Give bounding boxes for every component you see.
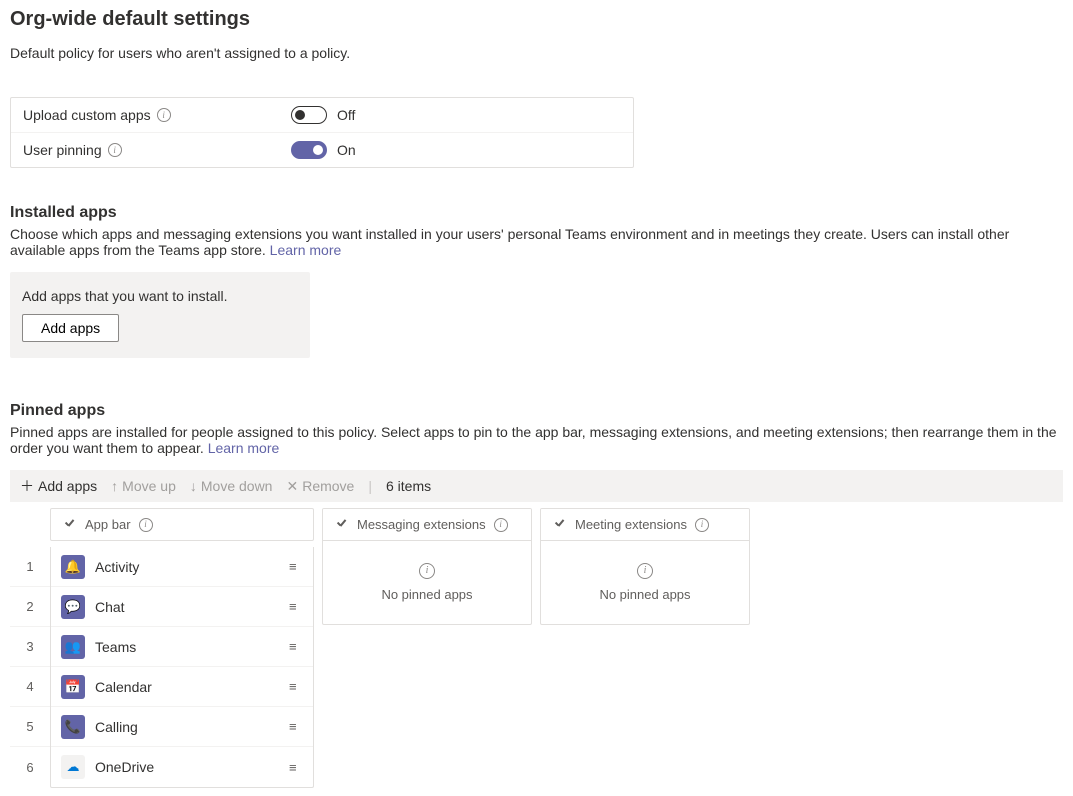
- app-name-label: OneDrive: [95, 759, 279, 775]
- install-apps-box: Add apps that you want to install. Add a…: [10, 272, 310, 358]
- pinned-apps-toolbar: ＋ Add apps ↑ Move up ↓ Move down ✕ Remov…: [10, 470, 1063, 502]
- meeting-empty-body: i No pinned apps: [541, 541, 749, 624]
- pinned-apps-description: Pinned apps are installed for people ass…: [10, 424, 1063, 456]
- user-pinning-state: On: [337, 142, 356, 158]
- user-pinning-label-wrap: User pinning i: [23, 142, 291, 158]
- toolbar-remove[interactable]: ✕ Remove: [286, 478, 354, 494]
- app-bar-list: 🔔 Activity ≡ 💬 Chat ≡ 👥 Teams ≡ 📅 Calendar ≡ 📞 Callin…: [50, 547, 314, 788]
- settings-toggle-panel: Upload custom apps i Off User pinning i …: [10, 97, 634, 168]
- installed-apps-title: Installed apps: [10, 204, 1063, 222]
- upload-custom-apps-label: Upload custom apps: [23, 107, 151, 123]
- installed-apps-description: Choose which apps and messaging extensio…: [10, 226, 1063, 258]
- app-name-label: Activity: [95, 559, 279, 575]
- app-row[interactable]: 📅 Calendar ≡: [51, 667, 313, 707]
- user-pinning-toggle[interactable]: [291, 141, 327, 159]
- arrow-down-icon: ↓: [190, 479, 197, 493]
- row-index: 4: [10, 667, 50, 707]
- app-name-label: Chat: [95, 599, 279, 615]
- no-pinned-apps-text: No pinned apps: [551, 587, 739, 602]
- messaging-extensions-header: Messaging extensions i: [323, 509, 531, 541]
- row-index: 2: [10, 587, 50, 627]
- pinned-learn-more-link[interactable]: Learn more: [208, 440, 280, 456]
- app-row[interactable]: 💬 Chat ≡: [51, 587, 313, 627]
- upload-custom-apps-row: Upload custom apps i Off: [11, 98, 633, 132]
- toolbar-add-apps-label: Add apps: [38, 478, 97, 494]
- app-icon: 📅: [61, 675, 85, 699]
- messaging-extensions-column: Messaging extensions i i No pinned apps: [322, 508, 532, 625]
- no-pinned-apps-text: No pinned apps: [333, 587, 521, 602]
- info-icon: i: [637, 563, 653, 579]
- upload-custom-apps-state: Off: [337, 107, 355, 123]
- user-pinning-label: User pinning: [23, 142, 102, 158]
- app-name-label: Teams: [95, 639, 279, 655]
- app-row[interactable]: ☁ OneDrive ≡: [51, 747, 313, 787]
- app-row[interactable]: 🔔 Activity ≡: [51, 547, 313, 587]
- check-icon[interactable]: [63, 518, 77, 532]
- messaging-header-label: Messaging extensions: [357, 517, 486, 532]
- meeting-extensions-column: Meeting extensions i i No pinned apps: [540, 508, 750, 625]
- page-title: Org-wide default settings: [10, 8, 1063, 31]
- row-index: 6: [10, 747, 50, 787]
- info-icon[interactable]: i: [157, 108, 171, 122]
- drag-handle-icon[interactable]: ≡: [289, 679, 303, 694]
- user-pinning-row: User pinning i On: [11, 132, 633, 167]
- row-index: 5: [10, 707, 50, 747]
- page-description: Default policy for users who aren't assi…: [10, 45, 1063, 61]
- drag-handle-icon[interactable]: ≡: [289, 719, 303, 734]
- upload-custom-apps-toggle[interactable]: [291, 106, 327, 124]
- index-column: 123456: [10, 541, 50, 788]
- info-icon[interactable]: i: [139, 518, 153, 532]
- close-icon: ✕: [286, 479, 298, 493]
- check-icon[interactable]: [553, 518, 567, 532]
- toolbar-separator: |: [368, 478, 372, 494]
- row-index: 3: [10, 627, 50, 667]
- info-icon[interactable]: i: [108, 143, 122, 157]
- installed-apps-desc-text: Choose which apps and messaging extensio…: [10, 226, 1009, 258]
- drag-handle-icon[interactable]: ≡: [289, 559, 303, 574]
- info-icon[interactable]: i: [695, 518, 709, 532]
- install-box-text: Add apps that you want to install.: [22, 288, 298, 304]
- pinned-apps-desc-text: Pinned apps are installed for people ass…: [10, 424, 1057, 456]
- app-icon: 🔔: [61, 555, 85, 579]
- app-name-label: Calling: [95, 719, 279, 735]
- toolbar-item-count: 6 items: [386, 478, 431, 494]
- app-bar-column: App bar i 123456 🔔 Activity ≡ 💬 Chat ≡ 👥 Teams ≡…: [10, 508, 314, 788]
- app-icon: 👥: [61, 635, 85, 659]
- app-icon: 💬: [61, 595, 85, 619]
- info-icon: i: [419, 563, 435, 579]
- app-bar-header: App bar i: [50, 508, 314, 541]
- app-bar-list-area: 123456 🔔 Activity ≡ 💬 Chat ≡ 👥 Teams ≡ 📅 Calendar ≡…: [10, 541, 314, 788]
- app-bar-header-label: App bar: [85, 517, 131, 532]
- toolbar-move-up[interactable]: ↑ Move up: [111, 478, 176, 494]
- pinned-columns-wrap: App bar i 123456 🔔 Activity ≡ 💬 Chat ≡ 👥 Teams ≡…: [10, 508, 1063, 788]
- arrow-up-icon: ↑: [111, 479, 118, 493]
- toolbar-move-down[interactable]: ↓ Move down: [190, 478, 273, 494]
- toolbar-add-apps[interactable]: ＋ Add apps: [20, 478, 97, 494]
- row-index: 1: [10, 547, 50, 587]
- installed-learn-more-link[interactable]: Learn more: [270, 242, 342, 258]
- app-icon: ☁: [61, 755, 85, 779]
- info-icon[interactable]: i: [494, 518, 508, 532]
- meeting-extensions-header: Meeting extensions i: [541, 509, 749, 541]
- check-icon[interactable]: [335, 518, 349, 532]
- plus-icon: ＋: [20, 479, 34, 493]
- toolbar-move-up-label: Move up: [122, 478, 176, 494]
- app-row[interactable]: 📞 Calling ≡: [51, 707, 313, 747]
- drag-handle-icon[interactable]: ≡: [289, 599, 303, 614]
- toolbar-move-down-label: Move down: [201, 478, 273, 494]
- meeting-header-label: Meeting extensions: [575, 517, 687, 532]
- drag-handle-icon[interactable]: ≡: [289, 760, 303, 775]
- drag-handle-icon[interactable]: ≡: [289, 639, 303, 654]
- add-apps-button[interactable]: Add apps: [22, 314, 119, 342]
- pinned-apps-title: Pinned apps: [10, 402, 1063, 420]
- toolbar-remove-label: Remove: [302, 478, 354, 494]
- messaging-empty-body: i No pinned apps: [323, 541, 531, 624]
- app-name-label: Calendar: [95, 679, 279, 695]
- upload-custom-apps-label-wrap: Upload custom apps i: [23, 107, 291, 123]
- app-row[interactable]: 👥 Teams ≡: [51, 627, 313, 667]
- app-icon: 📞: [61, 715, 85, 739]
